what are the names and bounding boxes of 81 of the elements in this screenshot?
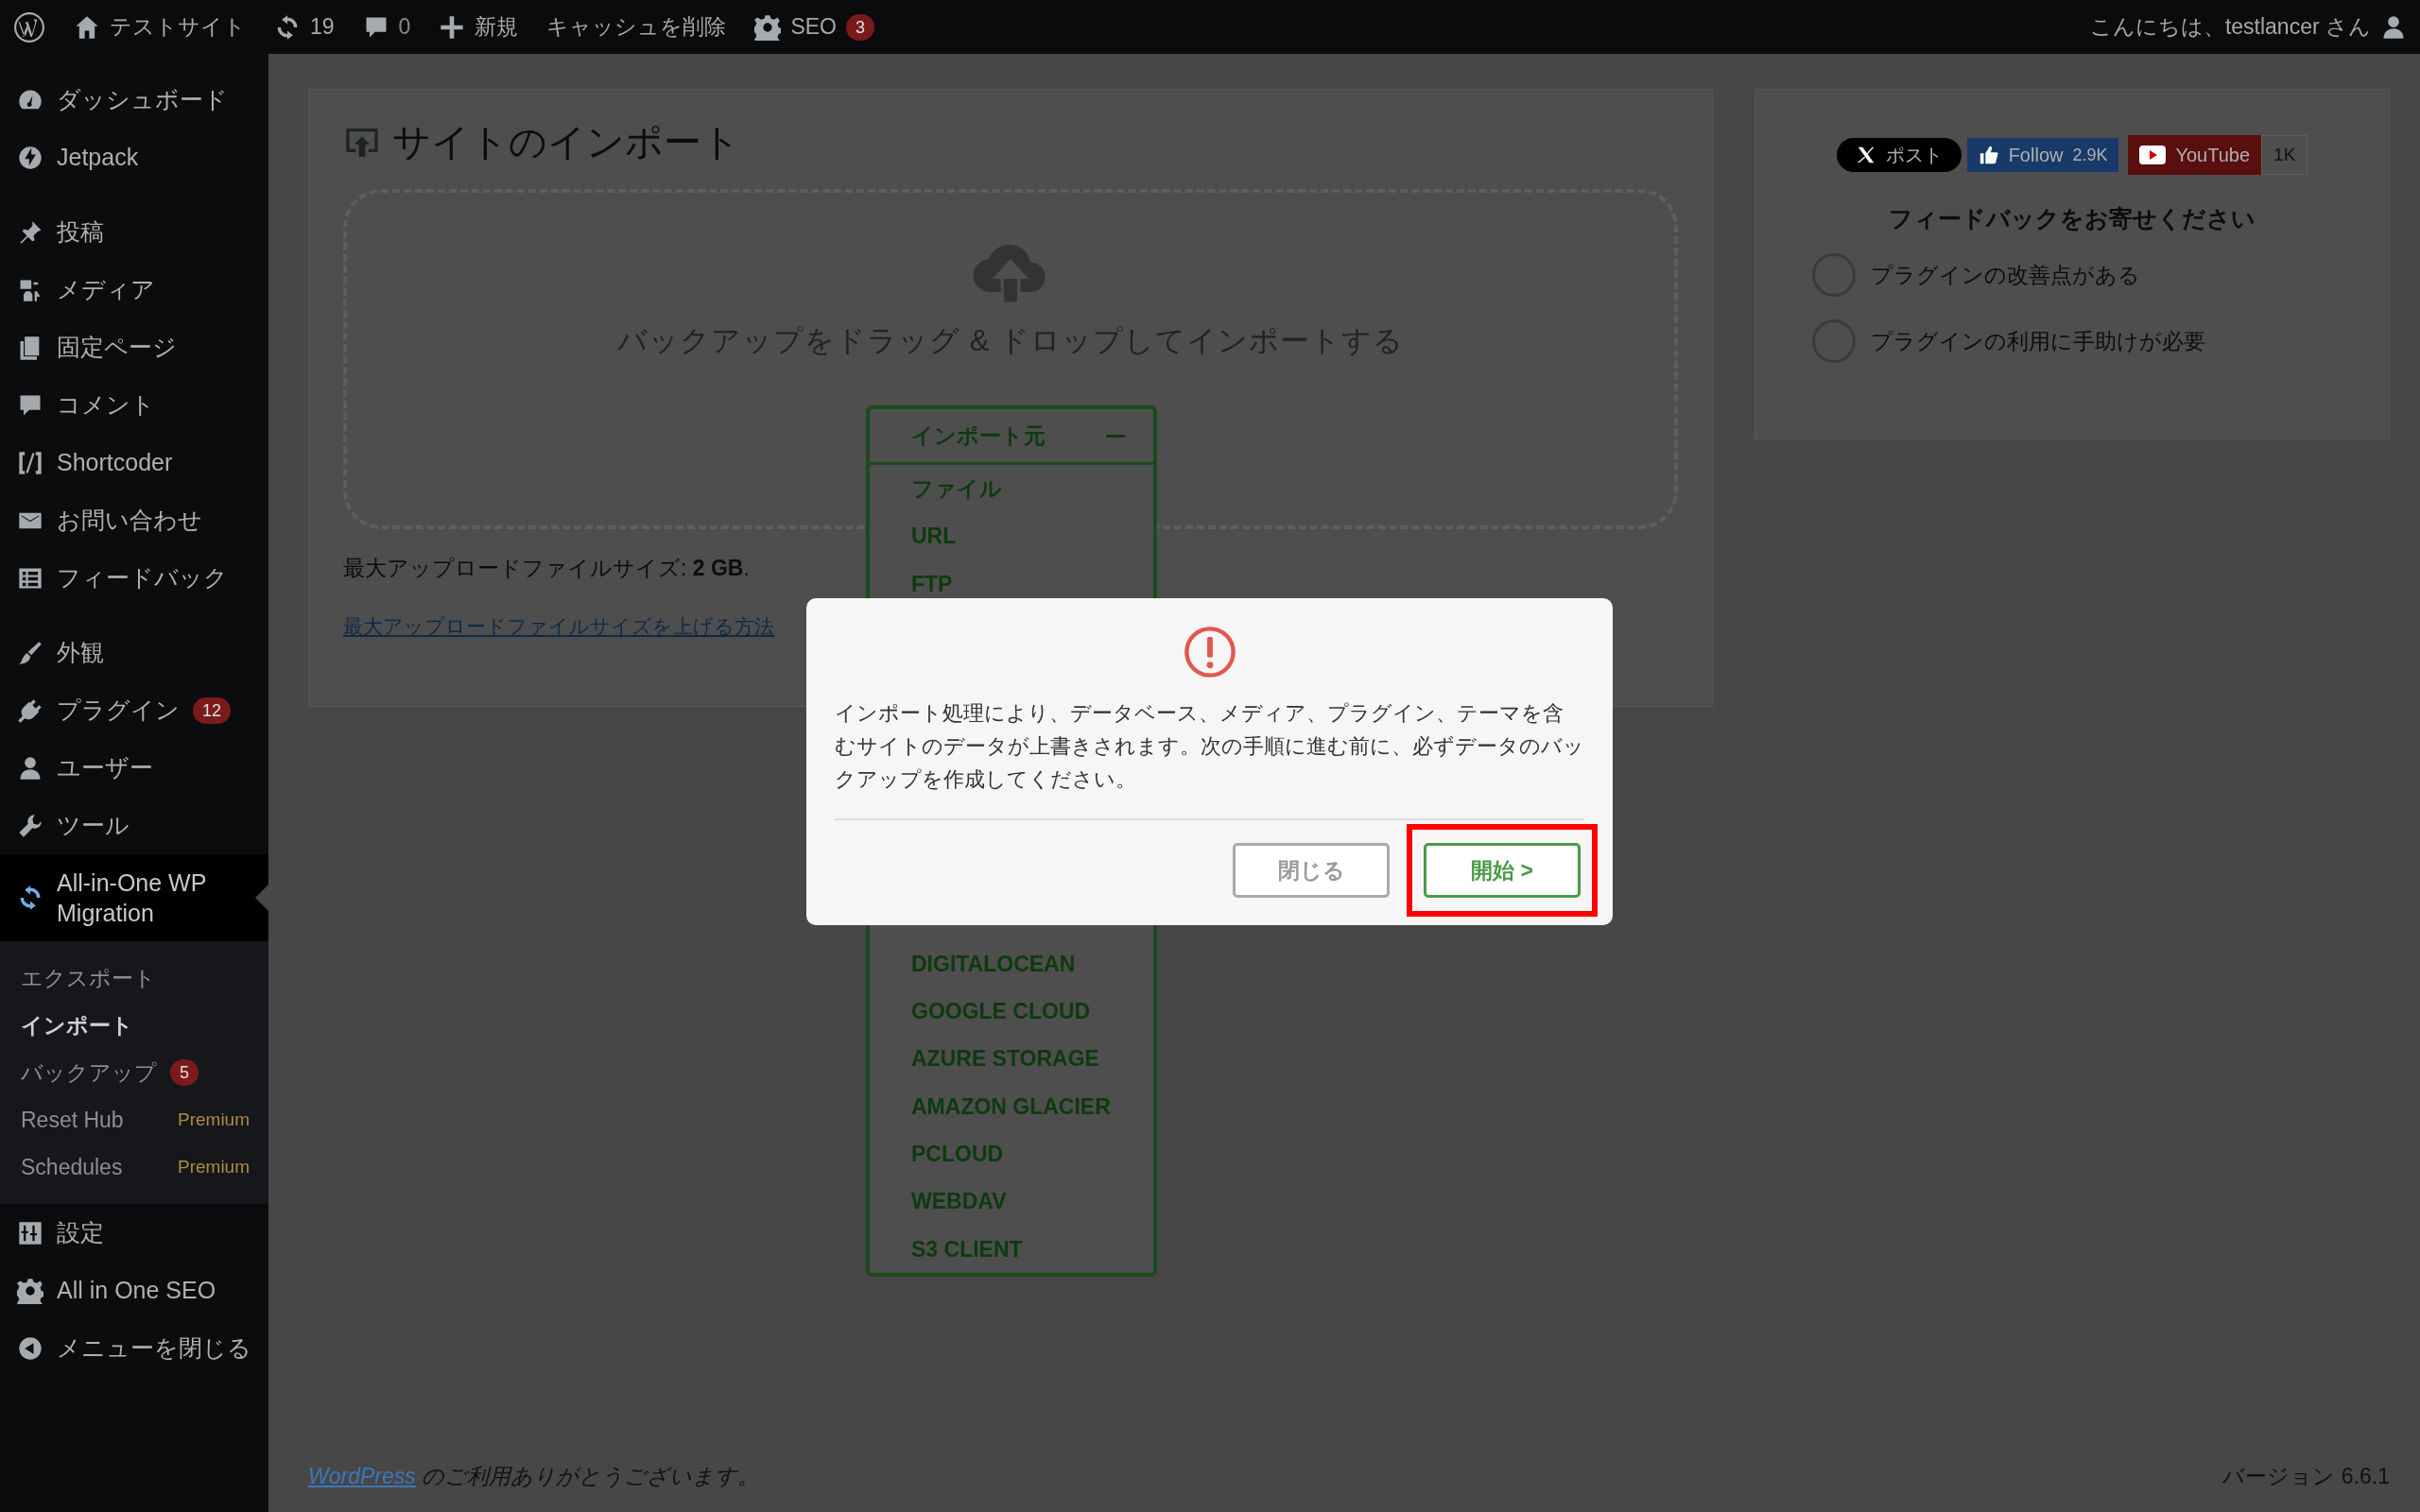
menu-item[interactable]: ツール <box>0 797 268 854</box>
menu-item[interactable]: コメント <box>0 376 268 434</box>
feedback-heading: フィードバックをお寄せください <box>1888 204 2256 233</box>
wordpress-logo-icon[interactable] <box>13 10 45 43</box>
option-label: プラグインの改善点がある <box>1871 261 2140 289</box>
toolbar-item[interactable]: 新規 <box>439 12 519 42</box>
plus-icon <box>439 13 466 41</box>
follow-button[interactable]: Follow 2.9K <box>1966 138 2119 172</box>
menu-item[interactable]: All in One SEO <box>0 1262 268 1319</box>
submenu-label: エクスポート <box>21 965 156 991</box>
option-label: プラグインの利用に手助けが必要 <box>1871 327 2205 355</box>
premium-tag: Premium <box>178 1107 250 1133</box>
wrench-icon <box>17 812 43 839</box>
menu-label: Shortcoder <box>57 449 173 476</box>
menu-item[interactable]: All-in-One WP Migration <box>0 854 268 941</box>
menu-label: ユーザー <box>57 753 153 782</box>
bolt-icon <box>17 144 43 171</box>
account-menu[interactable]: こんにちは、testlancer さん <box>2089 12 2407 42</box>
plug-icon <box>17 696 43 724</box>
submenu-item[interactable]: インポート <box>0 1002 268 1049</box>
warning-icon <box>1182 625 1237 679</box>
menu-label: ツール <box>57 811 130 840</box>
menu-item[interactable]: 固定ページ <box>0 318 268 376</box>
menu-label: プラグイン <box>57 696 180 725</box>
menu-label: All in One SEO <box>57 1277 216 1304</box>
toolbar-item[interactable]: キャッシュを削除 <box>546 12 727 42</box>
subscriber-count: 1K <box>2261 135 2308 175</box>
menu-label: フィードバック <box>57 563 228 593</box>
toolbar-item[interactable]: SEO 3 <box>754 13 874 41</box>
brush-icon <box>17 639 43 666</box>
menu-label: 固定ページ <box>57 333 177 362</box>
menu-item[interactable]: 設定 <box>0 1204 268 1262</box>
toolbar-item[interactable]: 0 <box>362 13 411 41</box>
menu-label: 投稿 <box>57 217 104 247</box>
menu-item[interactable]: 投稿 <box>0 203 268 261</box>
menu-item[interactable]: Shortcoder <box>0 434 268 491</box>
menu-label: お問い合わせ <box>57 506 202 535</box>
menu-label: Jetpack <box>57 144 139 171</box>
menu-item[interactable]: ダッシュボード <box>0 71 268 129</box>
menu-item[interactable]: Jetpack <box>0 129 268 186</box>
menu-item[interactable]: ユーザー <box>0 739 268 797</box>
menu-label: All-in-One WP Migration <box>57 868 207 928</box>
menu-label: 設定 <box>57 1218 104 1247</box>
submenu-item[interactable]: Schedules Premium <box>0 1143 268 1191</box>
collapse-icon <box>1106 434 1125 438</box>
menu-item[interactable]: お問い合わせ <box>0 491 268 549</box>
brackets-icon <box>17 449 43 476</box>
premium-tag: Premium <box>178 1154 250 1180</box>
menu-label: メディア <box>57 275 155 304</box>
toolbar-item[interactable]: テストサイト <box>74 12 246 42</box>
subscribe-button[interactable]: YouTube <box>2128 135 2262 175</box>
thumbs-up-icon <box>1978 145 1999 165</box>
toolbar-item[interactable]: 19 <box>274 13 335 41</box>
submenu-label: Reset Hub <box>21 1107 124 1133</box>
submenu-label: Schedules <box>21 1154 123 1180</box>
count-badge: 12 <box>193 696 232 724</box>
gear-icon <box>754 13 782 41</box>
menu-label: ダッシュボード <box>57 85 228 114</box>
submenu-item[interactable]: エクスポート <box>0 954 268 1002</box>
menu-label: メニューを閉じる <box>57 1333 251 1363</box>
sliders-icon <box>17 1219 43 1246</box>
submenu-label: バックアップ <box>21 1059 157 1086</box>
warning-message: インポート処理により、データベース、メディア、プラグイン、テーマを含むサイトのデータが上書きされます。次の手順に進む前に、必ずデータのバックアップを作成してください。 <box>835 700 1584 793</box>
count-badge: 5 <box>170 1059 199 1086</box>
gear-icon <box>17 1277 43 1304</box>
menu-label: コメント <box>57 390 155 420</box>
page-title: サイトのインポート <box>392 120 740 164</box>
menu-item[interactable]: メニューを閉じる <box>0 1319 268 1377</box>
menu-label: 外観 <box>57 638 104 667</box>
max-size-text: 最大アップロードファイルサイズ: 2 GB. <box>343 555 751 582</box>
back-arrow-icon <box>17 1334 43 1362</box>
post-button[interactable]: ポスト <box>1836 138 1962 172</box>
submenu-label: インポート <box>21 1012 133 1039</box>
menu-item[interactable]: メディア <box>0 261 268 318</box>
menu-item[interactable]: プラグイン 12 <box>0 681 268 739</box>
count-badge: 3 <box>845 13 874 41</box>
play-icon <box>2139 146 2167 164</box>
menu-item[interactable]: フィードバック <box>0 549 268 607</box>
submenu-item[interactable]: バックアップ 5 <box>0 1049 268 1096</box>
submenu-item[interactable]: Reset Hub Premium <box>0 1096 268 1143</box>
menu-item[interactable]: 外観 <box>0 624 268 681</box>
